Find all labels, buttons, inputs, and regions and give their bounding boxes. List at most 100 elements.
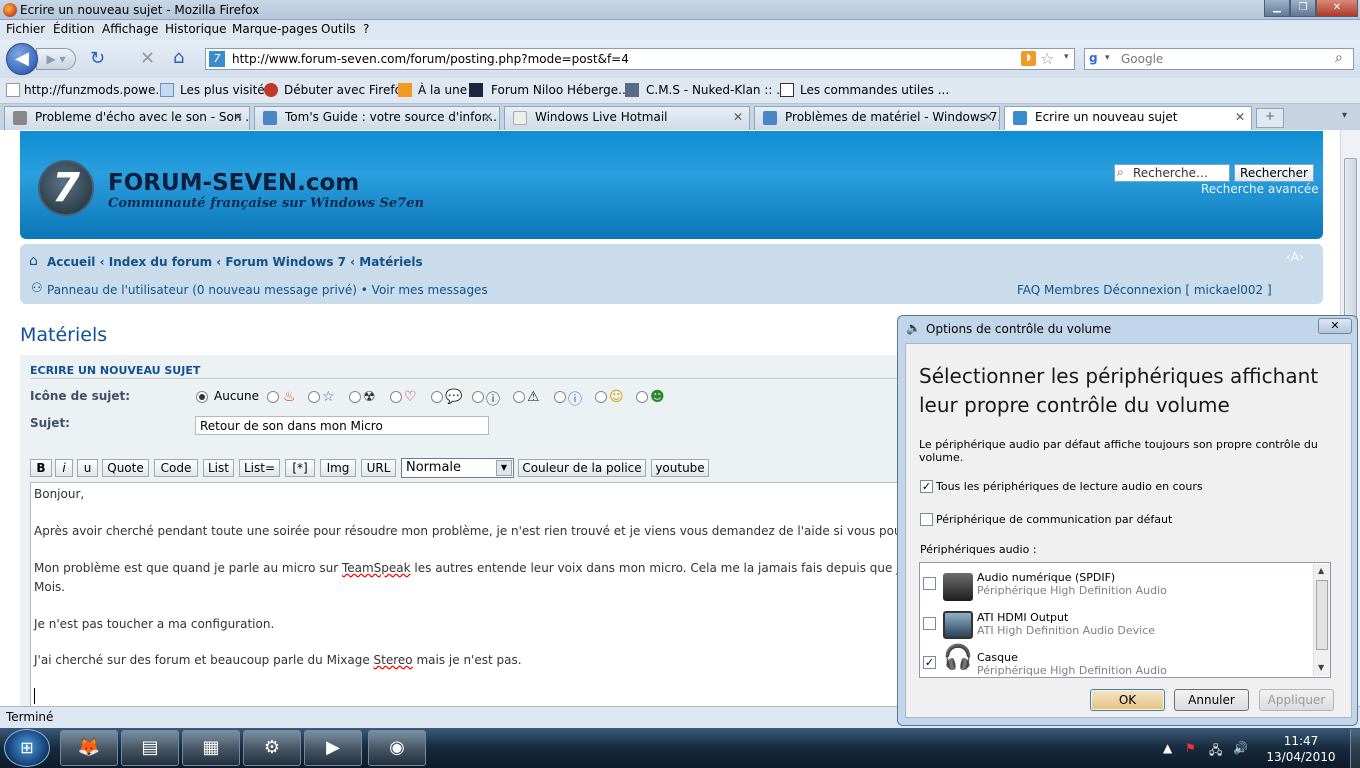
breadcrumb[interactable]: Accueil ‹ Index du forum ‹ Forum Windows… xyxy=(47,255,423,269)
font-color-button[interactable]: Couleur de la police xyxy=(518,459,646,477)
url-button[interactable]: URL xyxy=(361,459,396,477)
code-button[interactable]: Code xyxy=(154,459,198,477)
icon-radio-fire[interactable] xyxy=(267,391,279,403)
bookmark-nuked-klan[interactable]: C.M.S - Nuked-Klan :: ... xyxy=(646,83,788,97)
icon-radio-warning[interactable] xyxy=(513,391,525,403)
bookmark-most-visited[interactable]: Les plus visités xyxy=(180,83,271,97)
message-editor[interactable] xyxy=(30,482,910,710)
subject-input[interactable]: Retour de son dans mon Micro xyxy=(195,416,489,435)
new-tab-button[interactable]: + xyxy=(1256,108,1284,128)
font-resize-control[interactable]: ‹A› xyxy=(1286,250,1304,264)
search-engine-dropdown-icon[interactable]: ▾ xyxy=(1105,53,1110,63)
user-links[interactable]: Panneau de l'utilisateur (0 nouveau mess… xyxy=(47,283,488,297)
taskbar-firefox-icon[interactable]: 🦊 xyxy=(60,730,118,766)
back-button[interactable]: ◀ xyxy=(6,43,38,75)
tab-list-icon[interactable]: ▾ xyxy=(1342,110,1347,121)
tab-close-icon[interactable]: ✕ xyxy=(1235,110,1245,124)
search-go-icon[interactable]: ⌕ xyxy=(1335,50,1343,66)
icon-radio-grin[interactable] xyxy=(636,391,648,403)
device-list-scrollbar[interactable]: ▲ ▼ xyxy=(1313,564,1330,676)
url-dropdown-icon[interactable]: ▾ xyxy=(1064,52,1069,62)
hdmi-checkbox[interactable] xyxy=(923,617,936,630)
menu-marque-pages[interactable]: Marque-pages xyxy=(232,22,318,36)
speaker-icon[interactable]: 🔊 xyxy=(1233,741,1248,755)
apply-button[interactable]: Appliquer xyxy=(1259,689,1334,711)
icon-radio-question[interactable] xyxy=(472,391,484,403)
url-bar[interactable]: 7 http://www.forum-seven.com/forum/posti… xyxy=(205,48,1075,70)
menu-historique[interactable]: Historique xyxy=(165,22,227,36)
dialog-close-button[interactable]: ✕ xyxy=(1318,318,1352,334)
menu-help[interactable]: ? xyxy=(363,22,369,36)
flag-icon[interactable]: ⚑ xyxy=(1185,741,1196,755)
icon-radio-smiley[interactable] xyxy=(595,391,607,403)
italic-button[interactable]: i xyxy=(55,459,73,477)
tab-hardware-problems[interactable]: Problèmes de matériel - Windows 7... ✕ xyxy=(754,106,1000,130)
faq-members-logout-links[interactable]: FAQ Membres Déconnexion [ mickael002 ] xyxy=(1017,283,1272,297)
page-title[interactable]: Matériels xyxy=(20,324,107,346)
bookmark-funzmods[interactable]: http://funzmods.powe... xyxy=(24,83,167,97)
quote-button[interactable]: Quote xyxy=(102,459,149,477)
font-size-select[interactable]: Normale ▼ xyxy=(401,458,514,478)
scroll-down-icon[interactable]: ▼ xyxy=(1318,663,1324,672)
taskbar-network-icon[interactable]: ⚙ xyxy=(243,730,301,766)
bookmark-commands[interactable]: Les commandes utiles ... xyxy=(800,83,949,97)
menu-outils[interactable]: Outils xyxy=(321,22,356,36)
scroll-up-icon[interactable]: ▲ xyxy=(1318,566,1324,575)
bookmark-getting-started[interactable]: Débuter avec Firefox xyxy=(284,83,409,97)
show-hidden-icons[interactable]: ▲ xyxy=(1163,741,1172,755)
tab-new-topic[interactable]: Ecrire un nouveau sujet ✕ xyxy=(1004,106,1252,130)
headset-checkbox[interactable]: ✓ xyxy=(923,656,936,669)
bold-button[interactable]: B xyxy=(30,459,52,477)
list-item-button[interactable]: [*] xyxy=(285,459,315,477)
tab-close-icon[interactable]: ✕ xyxy=(233,110,243,124)
icon-radio-info[interactable] xyxy=(554,391,566,403)
bookmark-niloo[interactable]: Forum Niloo Héberge... xyxy=(491,83,630,97)
icon-radio-speech[interactable] xyxy=(431,391,443,403)
search-bar[interactable]: g ▾ Google ⌕ xyxy=(1084,48,1354,70)
tab-close-icon[interactable]: ✕ xyxy=(483,110,493,124)
tab-toms-guide[interactable]: Tom's Guide : votre source d'infor... ✕ xyxy=(254,106,500,130)
menu-fichier[interactable]: Fichier xyxy=(6,22,45,36)
clock[interactable]: 11:47 13/04/2010 xyxy=(1256,733,1346,765)
rss-icon[interactable]: ◗ xyxy=(1021,51,1036,66)
stop-icon[interactable]: ✕ xyxy=(140,48,155,69)
icon-radio-heart[interactable] xyxy=(390,391,402,403)
tab-hotmail[interactable]: Windows Live Hotmail ✕ xyxy=(504,106,750,130)
youtube-button[interactable]: youtube xyxy=(651,459,709,477)
icon-radio-radioactive[interactable] xyxy=(349,391,361,403)
comm-device-checkbox[interactable] xyxy=(920,513,933,526)
reload-icon[interactable]: ↻ xyxy=(90,48,105,69)
forum-search-input[interactable]: ⌕ Recherche… xyxy=(1114,164,1230,182)
menu-edition[interactable]: Édition xyxy=(53,22,95,36)
forum-seven-logo[interactable]: 7 xyxy=(38,160,94,216)
ordered-list-button[interactable]: List= xyxy=(239,459,280,477)
advanced-search-link[interactable]: Recherche avancée xyxy=(1201,182,1319,196)
spdif-checkbox[interactable] xyxy=(923,577,936,590)
minimize-button[interactable]: ▁ xyxy=(1264,0,1290,17)
start-button[interactable]: ⊞ xyxy=(4,729,50,767)
home-icon[interactable]: ⌂ xyxy=(173,47,184,68)
network-icon[interactable]: 🖧 xyxy=(1209,741,1222,762)
underline-button[interactable]: u xyxy=(77,459,98,477)
taskbar-archive-icon[interactable]: ▦ xyxy=(182,730,240,766)
forum-search-button[interactable]: Rechercher xyxy=(1234,164,1314,182)
menu-affichage[interactable]: Affichage xyxy=(102,22,158,36)
bookmark-headlines[interactable]: À la une xyxy=(418,83,467,97)
ok-button[interactable]: OK xyxy=(1090,689,1165,711)
list-button[interactable]: List xyxy=(203,459,234,477)
bookmark-star-icon[interactable]: ☆ xyxy=(1040,49,1054,68)
cancel-button[interactable]: Annuler xyxy=(1174,689,1249,711)
all-devices-checkbox[interactable]: ✓ xyxy=(920,480,933,493)
taskbar-media-player-icon[interactable]: ▶ xyxy=(304,730,362,766)
tab-echo-problem[interactable]: Probleme d'écho avec le son - Son ... ✕ xyxy=(4,106,250,130)
google-icon[interactable]: g xyxy=(1089,51,1105,67)
icon-radio-none[interactable] xyxy=(196,391,208,403)
device-scrollbar-thumb[interactable] xyxy=(1316,580,1328,650)
show-desktop-button[interactable] xyxy=(1350,729,1360,768)
maximize-button[interactable]: ❐ xyxy=(1290,0,1316,17)
tab-close-icon[interactable]: ✕ xyxy=(983,110,993,124)
close-window-button[interactable]: ✕ xyxy=(1316,0,1358,17)
image-button[interactable]: Img xyxy=(320,459,356,477)
taskbar-volume-icon[interactable]: ◉ xyxy=(368,730,426,766)
icon-radio-star[interactable] xyxy=(308,391,320,403)
